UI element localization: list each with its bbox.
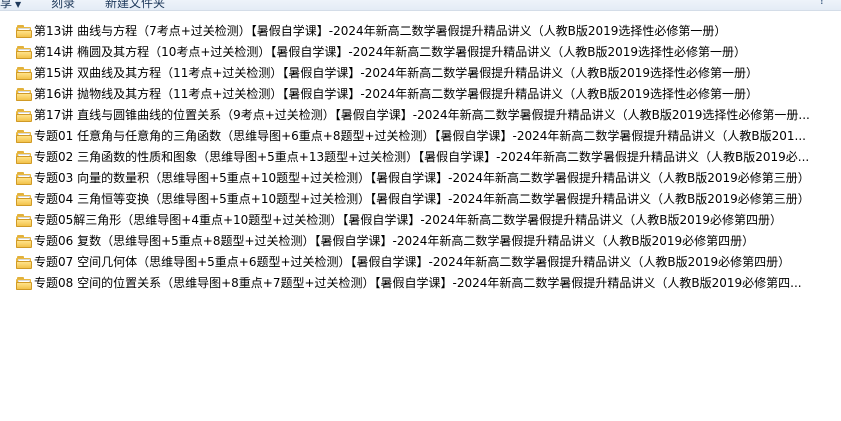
- command-bar: 享 ▼ 刻录 新建文件夹 ?: [0, 0, 841, 11]
- file-row[interactable]: 专题08 空间的位置关系（思维导图+8重点+7题型+过关检测）【暑假自学课】-2…: [14, 273, 824, 294]
- folder-icon: [16, 151, 32, 164]
- folder-icon: [16, 193, 32, 206]
- folder-icon: [16, 256, 32, 269]
- folder-icon: [16, 25, 32, 38]
- folder-icon: [16, 130, 32, 143]
- file-row[interactable]: 第14讲 椭圆及其方程（10考点+过关检测）【暑假自学课】-2024年新高二数学…: [14, 42, 824, 63]
- file-row[interactable]: 专题02 三角函数的性质和图象（思维导图+5重点+13题型+过关检测）【暑假自学…: [14, 147, 824, 168]
- folder-icon: [16, 277, 32, 290]
- folder-icon: [16, 235, 32, 248]
- file-name: 第15讲 双曲线及其方程（11考点+过关检测）【暑假自学课】-2024年新高二数…: [34, 66, 759, 80]
- file-name: 第17讲 直线与圆锥曲线的位置关系（9考点+过关检测）【暑假自学课】-2024年…: [34, 108, 810, 122]
- file-name: 第16讲 抛物线及其方程（11考点+过关检测）【暑假自学课】-2024年新高二数…: [34, 87, 759, 101]
- file-row[interactable]: 第17讲 直线与圆锥曲线的位置关系（9考点+过关检测）【暑假自学课】-2024年…: [14, 105, 824, 126]
- file-name: 专题03 向量的数量积（思维导图+5重点+10题型+过关检测）【暑假自学课】-2…: [34, 171, 810, 185]
- file-name: 专题02 三角函数的性质和图象（思维导图+5重点+13题型+过关检测）【暑假自学…: [34, 150, 810, 164]
- file-row[interactable]: 专题01 任意角与任意角的三角函数（思维导图+6重点+8题型+过关检测）【暑假自…: [14, 126, 824, 147]
- file-name: 专题05解三角形（思维导图+4重点+10题型+过关检测）【暑假自学课】-2024…: [34, 213, 782, 227]
- burn-button[interactable]: 刻录: [51, 0, 75, 11]
- file-name: 第13讲 曲线与方程（7考点+过关检测）【暑假自学课】-2024年新高二数学暑假…: [34, 24, 727, 38]
- file-name: 专题01 任意角与任意角的三角函数（思维导图+6重点+8题型+过关检测）【暑假自…: [34, 129, 806, 143]
- folder-icon: [16, 67, 32, 80]
- file-row[interactable]: 专题04 三角恒等变换（思维导图+5重点+10题型+过关检测）【暑假自学课】-2…: [14, 189, 824, 210]
- new-folder-button[interactable]: 新建文件夹: [105, 0, 165, 11]
- help-icon[interactable]: ?: [815, 0, 829, 7]
- file-list: 第13讲 曲线与方程（7考点+过关检测）【暑假自学课】-2024年新高二数学暑假…: [14, 21, 824, 294]
- organize-menu[interactable]: 享 ▼: [0, 0, 21, 11]
- file-row[interactable]: 专题03 向量的数量积（思维导图+5重点+10题型+过关检测）【暑假自学课】-2…: [14, 168, 824, 189]
- file-row[interactable]: 第13讲 曲线与方程（7考点+过关检测）【暑假自学课】-2024年新高二数学暑假…: [14, 21, 824, 42]
- file-name: 专题06 复数（思维导图+5重点+8题型+过关检测）【暑假自学课】-2024年新…: [34, 234, 755, 248]
- folder-icon: [16, 88, 32, 101]
- file-row[interactable]: 专题05解三角形（思维导图+4重点+10题型+过关检测）【暑假自学课】-2024…: [14, 210, 824, 231]
- explorer-window: 享 ▼ 刻录 新建文件夹 ? 第13讲 曲线与方程（7考点+过关检测）【暑假自学课…: [0, 0, 841, 421]
- folder-icon: [16, 109, 32, 122]
- file-row[interactable]: 专题06 复数（思维导图+5重点+8题型+过关检测）【暑假自学课】-2024年新…: [14, 231, 824, 252]
- file-row[interactable]: 第16讲 抛物线及其方程（11考点+过关检测）【暑假自学课】-2024年新高二数…: [14, 84, 824, 105]
- file-name: 专题08 空间的位置关系（思维导图+8重点+7题型+过关检测）【暑假自学课】-2…: [34, 276, 802, 290]
- organize-label: 享: [0, 0, 13, 10]
- folder-icon: [16, 46, 32, 59]
- file-row[interactable]: 专题07 空间几何体（思维导图+5重点+6题型+过关检测）【暑假自学课】-202…: [14, 252, 824, 273]
- file-row[interactable]: 第15讲 双曲线及其方程（11考点+过关检测）【暑假自学课】-2024年新高二数…: [14, 63, 824, 84]
- file-name: 专题07 空间几何体（思维导图+5重点+6题型+过关检测）【暑假自学课】-202…: [34, 255, 791, 269]
- chevron-down-icon: ▼: [15, 0, 22, 9]
- folder-icon: [16, 214, 32, 227]
- folder-icon: [16, 172, 32, 185]
- file-name: 第14讲 椭圆及其方程（10考点+过关检测）【暑假自学课】-2024年新高二数学…: [34, 45, 747, 59]
- file-name: 专题04 三角恒等变换（思维导图+5重点+10题型+过关检测）【暑假自学课】-2…: [34, 192, 810, 206]
